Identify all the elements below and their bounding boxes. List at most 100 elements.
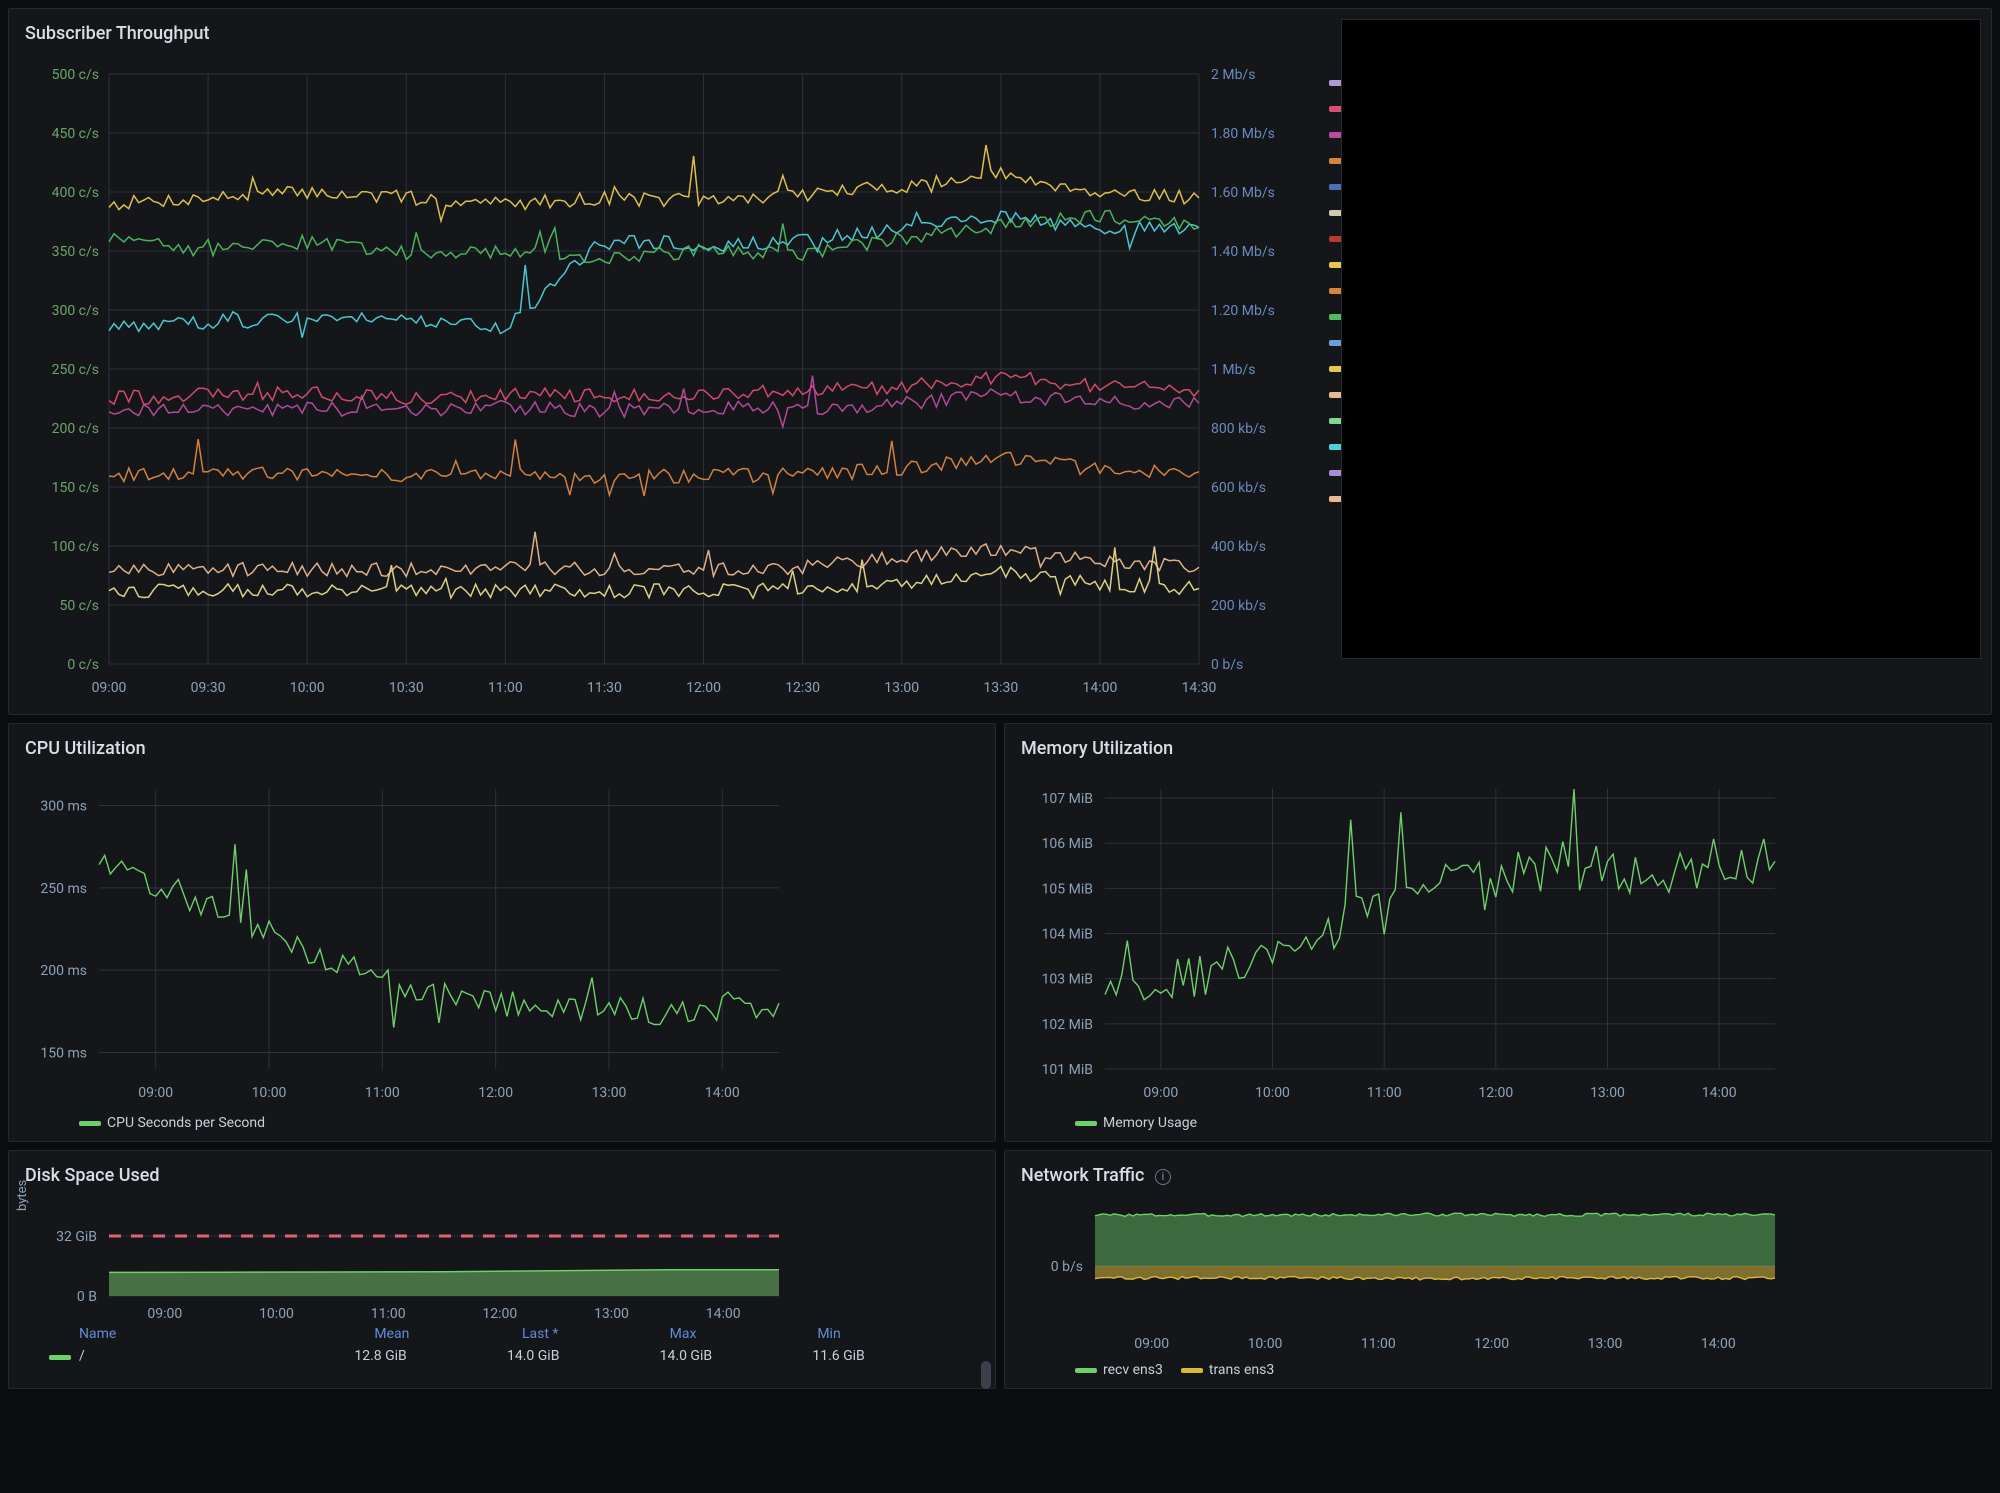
col-last[interactable]: Last * bbox=[522, 1326, 670, 1342]
legend-label: trans ens3 bbox=[1209, 1362, 1274, 1378]
svg-text:1.40 Mb/s: 1.40 Mb/s bbox=[1211, 244, 1275, 260]
svg-text:13:00: 13:00 bbox=[592, 1085, 627, 1101]
legend-label: Memory Usage bbox=[1103, 1115, 1197, 1131]
info-icon[interactable]: i bbox=[1155, 1169, 1171, 1185]
row-max: 14.0 GiB bbox=[660, 1348, 813, 1364]
svg-text:104 MiB: 104 MiB bbox=[1042, 927, 1093, 943]
svg-text:12:00: 12:00 bbox=[482, 1306, 517, 1322]
svg-text:12:00: 12:00 bbox=[478, 1085, 513, 1101]
svg-text:12:00: 12:00 bbox=[686, 680, 721, 696]
svg-text:09:00: 09:00 bbox=[1143, 1085, 1178, 1101]
svg-text:450 c/s: 450 c/s bbox=[52, 126, 99, 142]
svg-text:350 c/s: 350 c/s bbox=[52, 244, 99, 260]
svg-text:09:00: 09:00 bbox=[138, 1085, 173, 1101]
svg-text:102 MiB: 102 MiB bbox=[1042, 1017, 1093, 1033]
svg-text:150 ms: 150 ms bbox=[40, 1046, 87, 1062]
chart-memory[interactable]: 107 MiB106 MiB105 MiB104 MiB103 MiB102 M… bbox=[1015, 769, 1981, 1109]
svg-text:13:00: 13:00 bbox=[1588, 1336, 1623, 1352]
svg-text:11:00: 11:00 bbox=[1367, 1085, 1402, 1101]
svg-text:12:00: 12:00 bbox=[1478, 1085, 1513, 1101]
col-min[interactable]: Min bbox=[817, 1326, 965, 1342]
svg-text:250 c/s: 250 c/s bbox=[52, 362, 99, 378]
svg-text:13:00: 13:00 bbox=[594, 1306, 629, 1322]
svg-text:1 Mb/s: 1 Mb/s bbox=[1211, 362, 1255, 378]
svg-text:1.80 Mb/s: 1.80 Mb/s bbox=[1211, 126, 1275, 142]
svg-text:09:00: 09:00 bbox=[92, 680, 127, 696]
svg-text:2 Mb/s: 2 Mb/s bbox=[1211, 67, 1255, 83]
row-min: 11.6 GiB bbox=[812, 1348, 965, 1364]
svg-text:11:00: 11:00 bbox=[365, 1085, 400, 1101]
col-max[interactable]: Max bbox=[670, 1326, 818, 1342]
panel-disk-space[interactable]: Disk Space Used bytes 32 GiB0 B09:0010:0… bbox=[8, 1150, 996, 1389]
svg-text:1.20 Mb/s: 1.20 Mb/s bbox=[1211, 303, 1275, 319]
svg-text:0 b/s: 0 b/s bbox=[1211, 657, 1243, 673]
svg-text:11:30: 11:30 bbox=[587, 680, 622, 696]
svg-text:13:00: 13:00 bbox=[884, 680, 919, 696]
svg-text:12:30: 12:30 bbox=[785, 680, 820, 696]
redacted-overlay bbox=[1341, 19, 1981, 659]
svg-text:09:30: 09:30 bbox=[191, 680, 226, 696]
row-name: / bbox=[79, 1348, 85, 1364]
svg-text:32 GiB: 32 GiB bbox=[56, 1229, 97, 1245]
svg-text:10:00: 10:00 bbox=[252, 1085, 287, 1101]
svg-text:0 c/s: 0 c/s bbox=[67, 657, 99, 673]
svg-text:0 B: 0 B bbox=[77, 1289, 97, 1305]
svg-text:14:00: 14:00 bbox=[705, 1085, 740, 1101]
svg-text:300 ms: 300 ms bbox=[40, 798, 87, 814]
col-name[interactable]: Name bbox=[79, 1326, 374, 1342]
svg-text:250 ms: 250 ms bbox=[40, 881, 87, 897]
panel-title: CPU Utilization bbox=[19, 734, 985, 769]
scrollbar[interactable] bbox=[981, 1361, 991, 1378]
row-last: 14.0 GiB bbox=[507, 1348, 660, 1364]
svg-text:300 c/s: 300 c/s bbox=[52, 303, 99, 319]
chart-disk[interactable]: 32 GiB0 B09:0010:0011:0012:0013:0014:00 bbox=[19, 1196, 985, 1326]
legend-item-cpu[interactable]: CPU Seconds per Second bbox=[79, 1115, 265, 1131]
panel-title: Network Traffic i bbox=[1015, 1161, 1981, 1196]
svg-text:12:00: 12:00 bbox=[1474, 1336, 1509, 1352]
svg-text:14:00: 14:00 bbox=[706, 1306, 741, 1322]
svg-text:10:00: 10:00 bbox=[290, 680, 325, 696]
panel-cpu-utilization[interactable]: CPU Utilization 300 ms 250 ms 200 ms 150 ms… bbox=[8, 723, 996, 1142]
chart-network[interactable]: 0 b/s09:0010:0011:0012:0013:0014:00 bbox=[1015, 1196, 1981, 1356]
legend-item-memory[interactable]: Memory Usage bbox=[1075, 1115, 1197, 1131]
svg-text:11:00: 11:00 bbox=[488, 680, 523, 696]
disk-table-header: Name Mean Last * Max Min bbox=[19, 1326, 985, 1344]
svg-text:600 kb/s: 600 kb/s bbox=[1211, 480, 1266, 496]
series-swatch bbox=[49, 1355, 71, 1360]
col-mean[interactable]: Mean bbox=[374, 1326, 522, 1342]
svg-text:10:30: 10:30 bbox=[389, 680, 424, 696]
panel-network-traffic[interactable]: Network Traffic i 0 b/s09:0010:0011:0012… bbox=[1004, 1150, 1992, 1389]
svg-text:200 kb/s: 200 kb/s bbox=[1211, 598, 1266, 614]
svg-text:50 c/s: 50 c/s bbox=[59, 598, 99, 614]
panel-subscriber-throughput[interactable]: Subscriber Throughput 500 c/s2 Mb/s450 c… bbox=[8, 8, 1992, 715]
svg-text:500 c/s: 500 c/s bbox=[52, 67, 99, 83]
legend-item-trans[interactable]: trans ens3 bbox=[1181, 1362, 1274, 1378]
svg-text:400 kb/s: 400 kb/s bbox=[1211, 539, 1266, 555]
panel-memory-utilization[interactable]: Memory Utilization 107 MiB106 MiB105 MiB… bbox=[1004, 723, 1992, 1142]
chart-subscriber-throughput[interactable]: 500 c/s2 Mb/s450 c/s1.80 Mb/s400 c/s1.60… bbox=[19, 54, 1319, 704]
svg-text:200 ms: 200 ms bbox=[40, 963, 87, 979]
svg-text:101 MiB: 101 MiB bbox=[1042, 1062, 1093, 1078]
svg-text:14:00: 14:00 bbox=[1702, 1085, 1737, 1101]
svg-text:09:00: 09:00 bbox=[1134, 1336, 1169, 1352]
legend-label: recv ens3 bbox=[1103, 1362, 1163, 1378]
legend-label: CPU Seconds per Second bbox=[107, 1115, 265, 1131]
svg-text:14:00: 14:00 bbox=[1082, 680, 1117, 696]
disk-table-row[interactable]: / 12.8 GiB 14.0 GiB 14.0 GiB 11.6 GiB bbox=[19, 1344, 985, 1364]
svg-text:13:30: 13:30 bbox=[983, 680, 1018, 696]
svg-text:800 kb/s: 800 kb/s bbox=[1211, 421, 1266, 437]
title-text: Network Traffic bbox=[1021, 1165, 1144, 1186]
svg-text:09:00: 09:00 bbox=[147, 1306, 182, 1322]
legend-item-recv[interactable]: recv ens3 bbox=[1075, 1362, 1163, 1378]
panel-title: Memory Utilization bbox=[1015, 734, 1981, 769]
svg-text:0 b/s: 0 b/s bbox=[1051, 1259, 1083, 1275]
chart-cpu[interactable]: 300 ms 250 ms 200 ms 150 ms 09:00 10:00 11:00 1… bbox=[19, 769, 985, 1109]
svg-text:13:00: 13:00 bbox=[1590, 1085, 1625, 1101]
svg-text:14:00: 14:00 bbox=[1701, 1336, 1736, 1352]
svg-text:105 MiB: 105 MiB bbox=[1042, 881, 1093, 897]
svg-text:150 c/s: 150 c/s bbox=[52, 480, 99, 496]
row-mean: 12.8 GiB bbox=[354, 1348, 507, 1364]
panel-title: Disk Space Used bbox=[19, 1161, 985, 1196]
svg-text:10:00: 10:00 bbox=[1248, 1336, 1283, 1352]
svg-text:14:30: 14:30 bbox=[1182, 680, 1217, 696]
